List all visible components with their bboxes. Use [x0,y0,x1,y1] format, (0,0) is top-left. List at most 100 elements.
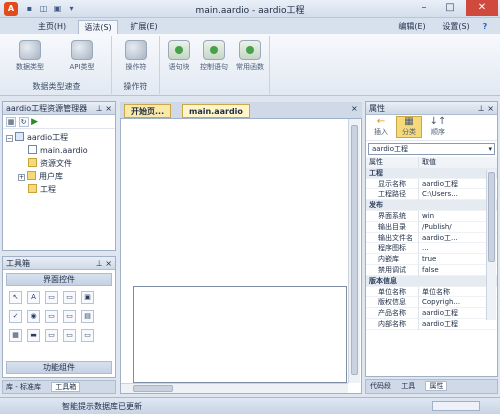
property-value[interactable]: aardio工... [418,232,480,244]
property-row[interactable]: 单位名称 单位名称 [366,286,497,298]
tab-home[interactable]: 主页(H) [30,20,74,34]
close-button[interactable]: ✕ [466,0,498,16]
property-row[interactable]: 工程路径 C:\Users... [366,189,497,201]
api-type-button[interactable]: API类型 [60,40,104,72]
properties-title: 属性 [369,104,385,113]
toolbox-control-icon[interactable]: ◉ [27,310,40,323]
scrollbar-thumb[interactable] [351,125,358,375]
tab-syntax[interactable]: 语法(S) [78,20,118,34]
output-pane[interactable] [133,286,347,383]
tab-main-aardio[interactable]: main.aardio [182,104,250,118]
property-key: 版本信息 [369,276,397,285]
toolbox-control-icon[interactable]: ▤ [81,310,94,323]
property-row[interactable]: 输出文件名 aardio工... [366,232,497,244]
tab-library[interactable]: 库 - 标准库 [3,383,41,391]
operator-button[interactable]: 操作符 [114,40,158,72]
toolbox-control-icon[interactable]: ✓ [9,310,22,323]
expand-icon[interactable]: + [18,174,25,181]
property-row[interactable]: 产品名称 aardio工程 [366,308,497,319]
pin-icon[interactable]: ⊥ × [96,102,115,115]
insert-button[interactable]: ← 插入 [370,117,392,137]
property-value[interactable]: false [418,264,480,276]
properties-scrollbar[interactable] [486,170,496,320]
pin-icon[interactable]: ⊥ × [96,257,115,270]
minimize-button[interactable]: – [412,0,436,16]
toolbox-control-icon[interactable]: ▭ [45,291,58,304]
tab-toolbox[interactable]: 工具箱 [51,382,81,392]
document-close-icon[interactable]: × [351,104,358,113]
category-button[interactable]: ▦ 分类 [396,116,422,138]
control-statement-button[interactable]: 控制语句 [196,40,232,72]
toolbox-control-icon[interactable]: ▭ [81,329,94,342]
ribbon-group-datatypes: 数据类型 API类型 数据类型速查 [2,36,112,94]
toolbox-section-components[interactable]: 功能组件 [6,361,112,374]
property-row[interactable]: 禁用调试 false [366,264,497,276]
property-category[interactable]: 发布 [366,200,497,211]
property-key: 版权信息 [378,298,406,307]
datatype-button[interactable]: 数据类型 [8,40,52,72]
tree-root[interactable]: − aardio工程 [6,131,112,144]
file-icon [28,145,37,154]
toolbox-control-icon[interactable]: A [27,291,40,304]
toolbox-control-icon[interactable]: ▭ [63,329,76,342]
property-category[interactable]: 工程 [366,167,497,179]
property-row[interactable]: 输出目录/Publish/ [366,221,497,233]
pin-icon[interactable]: ⊥ × [478,102,497,115]
tree-item-project[interactable]: 工程 [6,183,112,196]
property-value[interactable]: /Publish/ [418,221,480,233]
toolbox-control-icon[interactable]: ▭ [45,310,58,323]
tree-item-userlib[interactable]: + 用户库 [6,170,112,183]
toolbox-control-icon[interactable]: ↖ [9,291,22,304]
property-row[interactable]: 版权信息 Copyrigh... [366,297,497,309]
tab-extension[interactable]: 扩展(E) [124,20,164,34]
toolbox-section-controls[interactable]: 界面控件 [6,273,112,286]
property-value[interactable]: Copyrigh... [418,297,480,309]
refresh-icon[interactable]: ↻ [18,117,29,127]
help-icon[interactable]: ? [478,20,492,34]
scrollbar-thumb[interactable] [488,172,495,262]
tab-properties[interactable]: 属性 [425,381,448,391]
order-button[interactable]: ↓↑ 顺序 [426,117,450,137]
tab-tools[interactable]: 工具 [401,382,415,390]
insert-arrow-icon: ← [376,116,386,127]
toolbox-control-icon[interactable]: ▭ [63,310,76,323]
edit-menu[interactable]: 编辑(E) [392,20,432,34]
toolbox-control-icon[interactable]: ▭ [63,291,76,304]
tree-item-main[interactable]: main.aardio [6,144,112,157]
toolbox-control-icon[interactable]: ▣ [81,291,94,304]
property-value[interactable]: aardio工程 [418,308,480,319]
property-category[interactable]: 版本信息 [366,275,497,287]
tree-item-resources[interactable]: 资源文件 [6,157,112,170]
tab-start-page[interactable]: 开始页... [124,104,172,118]
property-row[interactable]: 界面系统 win [366,210,497,222]
toolbox-control-icon[interactable]: ▬ [27,329,40,342]
statement-block-button[interactable]: 语句块 [162,40,196,72]
new-folder-icon[interactable]: ▦ [6,117,16,127]
settings-menu[interactable]: 设置(S) [436,20,476,34]
property-value[interactable]: aardio工程 [418,318,480,330]
property-row[interactable]: 内部名称 aardio工程 [366,318,497,330]
common-function-button[interactable]: 常用函数 [232,40,268,72]
statement-icon [168,40,190,60]
property-row[interactable]: 内嵌库 true [366,254,497,265]
property-value[interactable]: ... [418,243,480,255]
property-value[interactable]: win [418,210,480,222]
property-value[interactable]: 单位名称 [418,286,480,298]
statement-block-label: 语句块 [168,63,190,71]
maximize-button[interactable]: □ [438,0,462,16]
collapse-icon[interactable]: − [6,135,13,142]
property-value[interactable]: C:\Users... [418,189,480,201]
property-row[interactable]: 显示名称 aardio工程 [366,178,497,190]
run-icon[interactable]: ▶ [31,117,38,127]
editor-vertical-scrollbar[interactable] [348,119,360,383]
property-row[interactable]: 程序图标... [366,243,497,255]
editor-horizontal-scrollbar[interactable] [121,383,348,393]
property-value[interactable]: aardio工程 [418,178,480,190]
property-value[interactable]: true [418,254,480,265]
scrollbar-thumb[interactable] [133,385,173,392]
tab-snippets[interactable]: 代码段 [366,382,391,390]
property-key: 输出文件名 [378,233,413,242]
object-selector[interactable]: aardio工程 ▾ [368,143,495,155]
toolbox-control-icon[interactable]: ▦ [9,329,22,342]
toolbox-control-icon[interactable]: ▭ [45,329,58,342]
